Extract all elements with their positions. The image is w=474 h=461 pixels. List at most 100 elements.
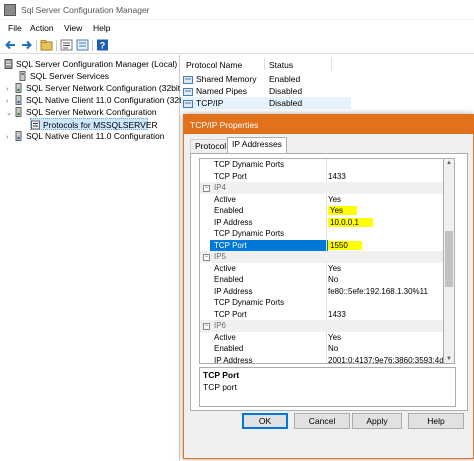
ok-button[interactable]: OK: [242, 413, 288, 429]
property-value[interactable]: Yes: [328, 332, 341, 344]
protocol-icon: [183, 87, 193, 96]
property-value[interactable]: 1550: [328, 240, 362, 252]
list-item-tcp-ip[interactable]: TCP/IP Disabled: [181, 97, 351, 109]
property-value[interactable]: 2001:0:4137:9e76:3860:3593:4dd5: [328, 355, 444, 364]
property-row[interactable]: TCP Dynamic Ports: [200, 297, 443, 309]
property-row[interactable]: Active Yes: [200, 193, 443, 206]
property-label: TCP Port: [214, 309, 247, 319]
expand-icon[interactable]: ›: [6, 132, 14, 144]
property-value[interactable]: 1433: [328, 171, 346, 183]
forward-arrow-icon[interactable]: [20, 39, 33, 51]
tcpip-properties-dialog: TCP/IP Properties Protocol IP Addresses …: [183, 114, 474, 459]
back-arrow-icon[interactable]: [4, 39, 17, 51]
collapse-icon[interactable]: −: [203, 184, 210, 192]
column-header-status[interactable]: Status: [269, 60, 293, 70]
property-category[interactable]: − IP4: [200, 182, 443, 194]
grid-divider: [326, 274, 327, 286]
native-client-icon: [14, 131, 23, 141]
property-value[interactable]: Yes: [328, 263, 341, 275]
help-icon[interactable]: ?: [96, 39, 109, 51]
tree-item-protocols-mssqlserver[interactable]: Protocols for MSSQLSERVER: [30, 118, 158, 130]
value-text: 2001:0:4137:9e76:3860:3593:4dd5: [328, 355, 444, 364]
property-grid[interactable]: TCP Dynamic Ports TCP Port 1433− IP4 Active Y…: [199, 158, 444, 364]
folder-up-icon[interactable]: [40, 39, 53, 51]
property-row[interactable]: TCP Dynamic Ports: [200, 159, 443, 171]
property-value[interactable]: Yes: [328, 194, 341, 206]
property-value[interactable]: 1433: [328, 309, 346, 321]
tree-item-native-client-32[interactable]: › SQL Native Client 11.0 Configuration (3…: [6, 94, 186, 106]
property-row[interactable]: IP Address 2001:0:4137:9e76:3860:3593:4dd…: [200, 354, 444, 364]
tab-protocol[interactable]: Protocol: [190, 139, 232, 153]
grid-divider: [326, 343, 327, 355]
toolbar-separator: [56, 40, 57, 51]
list-item-shared-memory[interactable]: Shared Memory Enabled: [181, 73, 351, 85]
property-value[interactable]: fe80::5efe:192.168.1.30%11: [328, 286, 428, 298]
menu-bar: File Action View Help: [0, 20, 474, 37]
grid-divider: [326, 308, 327, 320]
dialog-title: TCP/IP Properties: [190, 120, 259, 130]
grid-divider: [326, 228, 327, 240]
tree-item-native-client[interactable]: › SQL Native Client 11.0 Configuration: [6, 130, 164, 142]
value-text: Yes: [328, 194, 342, 204]
property-label: Active: [214, 263, 236, 273]
property-row[interactable]: Active Yes: [200, 262, 443, 275]
cancel-button[interactable]: Cancel: [294, 413, 350, 429]
server-manager-icon: [4, 59, 13, 69]
properties-icon[interactable]: [60, 39, 73, 51]
highlighted-value: Yes: [328, 206, 358, 215]
property-row[interactable]: Enabled Yes: [200, 205, 443, 217]
grid-divider: [326, 205, 327, 217]
property-row[interactable]: Enabled No: [200, 343, 443, 355]
export-icon[interactable]: [76, 39, 89, 51]
property-value[interactable]: No: [328, 343, 338, 355]
grid-divider: [326, 216, 327, 228]
column-header-protocol-name[interactable]: Protocol Name: [186, 60, 242, 70]
tree-item-services[interactable]: SQL Server Services: [18, 70, 109, 82]
property-row[interactable]: TCP Dynamic Ports: [200, 228, 443, 240]
title-bar: Sql Server Configuration Manager: [0, 0, 474, 20]
menu-file[interactable]: File: [8, 23, 22, 33]
scroll-down-icon[interactable]: ▼: [446, 356, 452, 362]
value-text: 1433: [328, 171, 346, 181]
menu-view[interactable]: View: [64, 23, 82, 33]
scroll-up-icon[interactable]: ▲: [446, 160, 452, 166]
property-row[interactable]: IP Address 10.0.0.1: [200, 216, 443, 229]
tab-ip-addresses[interactable]: IP Addresses: [227, 137, 287, 153]
property-value[interactable]: Yes: [328, 205, 358, 217]
menu-help[interactable]: Help: [93, 23, 110, 33]
property-row[interactable]: Enabled No: [200, 274, 443, 286]
property-row[interactable]: Active Yes: [200, 331, 443, 344]
menu-action[interactable]: Action: [30, 23, 54, 33]
toolbar-separator: [36, 40, 37, 51]
tree-item-network-config-32[interactable]: › SQL Server Network Configuration (32bit: [6, 82, 180, 94]
property-row[interactable]: TCP Port 1433: [200, 308, 443, 321]
collapse-icon[interactable]: −: [203, 253, 210, 261]
toolbar-separator: [92, 40, 93, 51]
tree-item-network-config[interactable]: ⌄ SQL Server Network Configuration: [6, 106, 157, 118]
property-label: TCP Port: [210, 239, 328, 251]
property-value[interactable]: No: [328, 274, 338, 286]
scrollbar-thumb[interactable]: [445, 231, 453, 287]
grid-divider: [326, 297, 327, 309]
property-row[interactable]: TCP Port 1433: [200, 170, 443, 183]
collapse-icon[interactable]: ⌄: [6, 108, 14, 120]
help-button[interactable]: Help: [408, 413, 464, 429]
dialog-title-bar[interactable]: TCP/IP Properties: [184, 115, 473, 134]
value-text: No: [328, 344, 339, 353]
tree-item-root[interactable]: SQL Server Configuration Manager (Local): [4, 58, 177, 70]
property-label: Enabled: [214, 206, 244, 215]
highlighted-value: 1550: [328, 240, 362, 250]
apply-button[interactable]: Apply: [352, 413, 402, 429]
property-value[interactable]: 10.0.0.1: [328, 217, 373, 229]
list-item-named-pipes[interactable]: Named Pipes Disabled: [181, 85, 351, 97]
property-category[interactable]: − IP5: [200, 251, 443, 263]
property-label: TCP Dynamic Ports: [214, 160, 285, 169]
value-text: Yes: [328, 263, 342, 273]
property-grid-scrollbar[interactable]: ▲ ▼: [444, 158, 455, 364]
property-row[interactable]: IP Address fe80::5efe:192.168.1.30%11: [200, 285, 443, 298]
collapse-icon[interactable]: −: [203, 322, 210, 330]
property-row[interactable]: TCP Port 1550: [200, 239, 443, 252]
property-label: IP Address: [214, 217, 253, 227]
grid-divider: [326, 159, 327, 171]
property-category[interactable]: − IP6: [200, 320, 443, 332]
